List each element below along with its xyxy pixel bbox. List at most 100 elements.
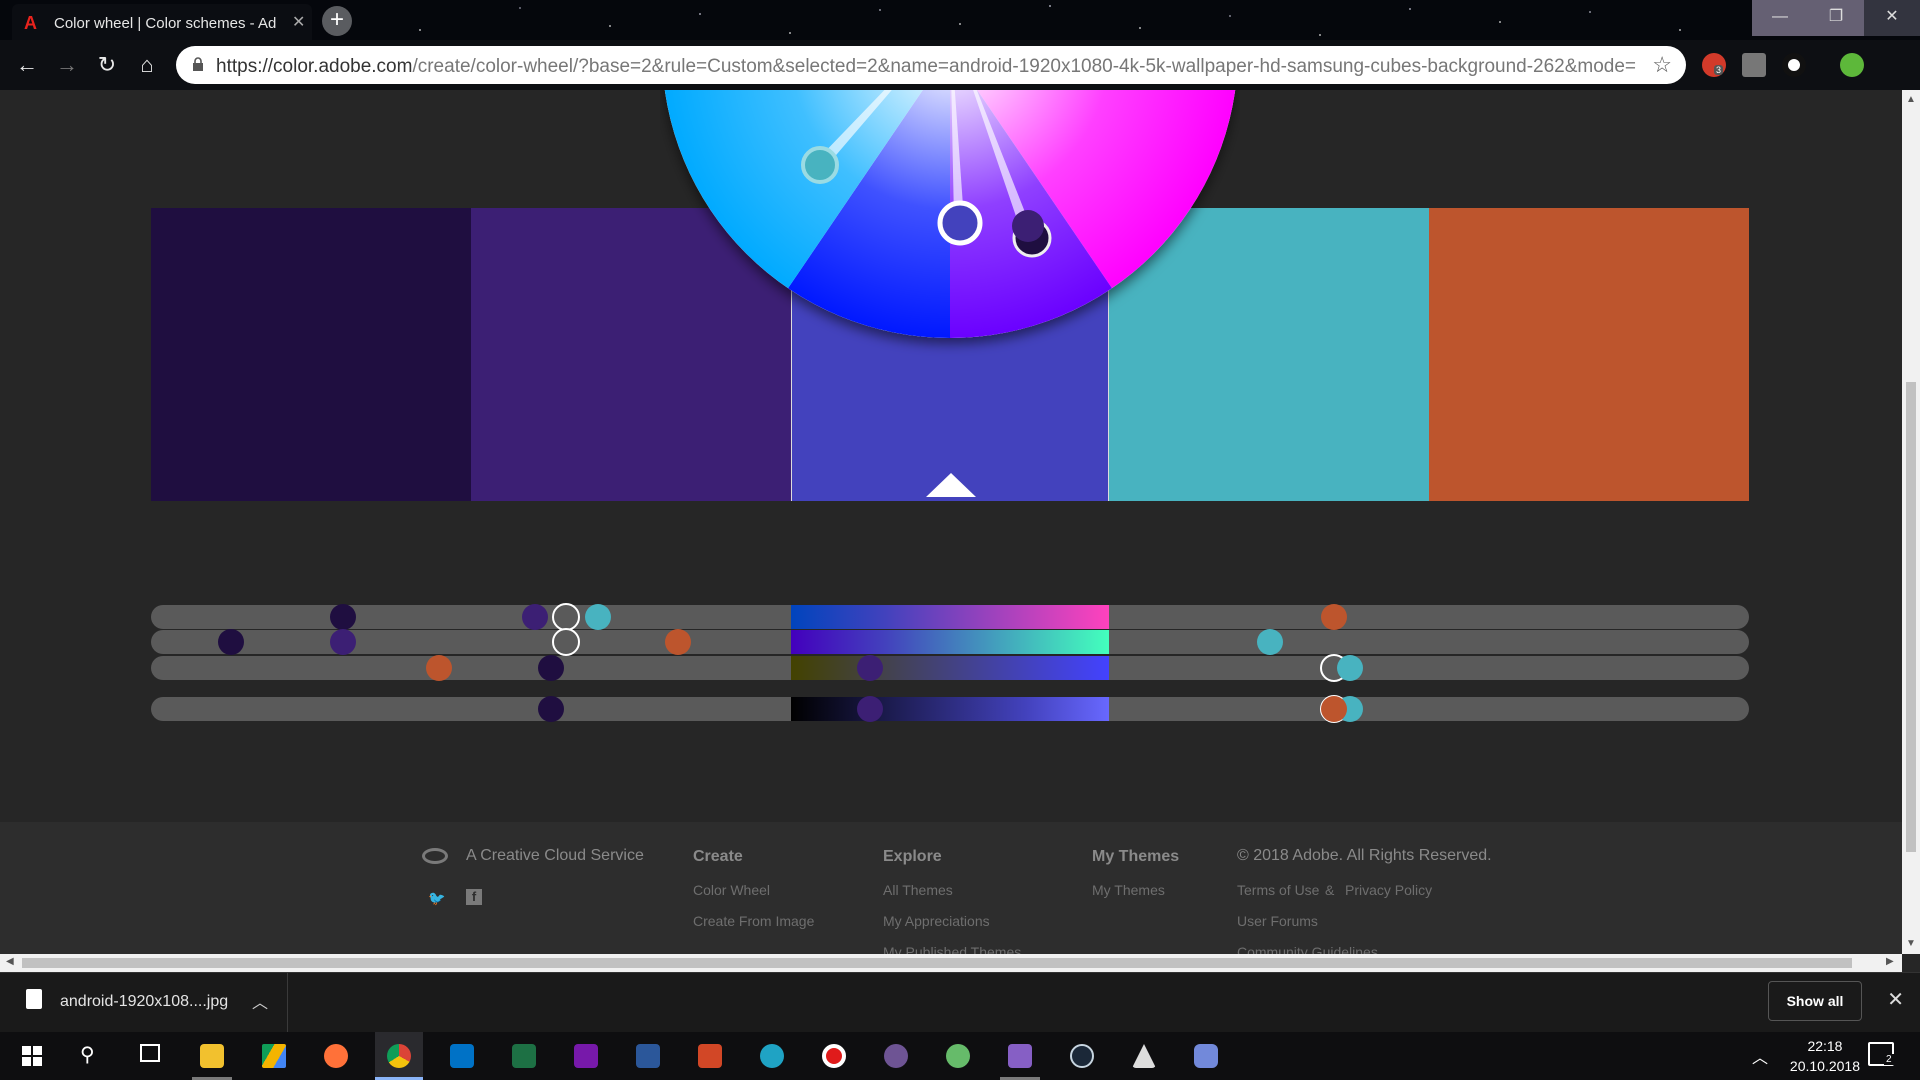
footer-link-privacy[interactable]: Privacy Policy (1345, 882, 1432, 898)
forward-arrow-icon[interactable]: → (54, 52, 80, 78)
slider-knob-b-5[interactable] (425, 655, 452, 681)
slider-knob-g-1[interactable] (217, 629, 244, 655)
extension-icon-grey[interactable] (1742, 53, 1766, 77)
profile-avatar[interactable] (1840, 53, 1864, 77)
slider-knob-r-2[interactable] (521, 604, 548, 630)
maximize-button[interactable]: ❐ (1808, 0, 1864, 36)
vertical-scrollbar[interactable]: ▲ ▼ (1902, 90, 1920, 954)
slider-knob-brightness-5[interactable] (1320, 696, 1347, 722)
extension-icon-red[interactable]: 3 (1702, 53, 1726, 77)
footer-link-color-wheel[interactable]: Color Wheel (693, 882, 770, 898)
address-bar[interactable]: https://color.adobe.com/create/color-whe… (176, 46, 1686, 84)
windows-logo-icon (22, 1046, 42, 1066)
minimize-button[interactable]: — (1752, 0, 1808, 36)
taskbar-unity[interactable] (1120, 1032, 1168, 1080)
tray-chevron-up-icon[interactable]: ︿ (1752, 1044, 1768, 1068)
download-bar: android-1920x108....jpg ︿ Show all ✕ (0, 972, 1920, 1033)
slider-track-selected-g[interactable] (791, 630, 1109, 654)
swatch-5[interactable] (1429, 208, 1749, 501)
slider-knob-g-2[interactable] (329, 629, 356, 655)
slider-knob-b-2[interactable] (857, 655, 884, 681)
taskbar-atom[interactable] (934, 1032, 982, 1080)
wheel-handle-2[interactable] (1012, 210, 1044, 242)
footer-link-all-themes[interactable]: All Themes (883, 882, 953, 898)
slider-knob-g-4[interactable] (1256, 629, 1283, 655)
extension-icon-circle[interactable] (1782, 53, 1806, 77)
visual-studio-icon (1008, 1044, 1032, 1068)
taskbar-visual-studio[interactable] (996, 1032, 1044, 1080)
slider-track-selected-b[interactable] (791, 656, 1109, 680)
new-tab-button[interactable]: + (322, 6, 352, 36)
home-icon[interactable]: ⌂ (134, 52, 160, 78)
image-file-icon (26, 989, 42, 1009)
close-tab-icon[interactable]: ✕ (292, 12, 305, 32)
folder-icon (200, 1044, 224, 1068)
color-wheel[interactable] (660, 90, 1240, 400)
reload-icon[interactable]: ↻ (94, 52, 120, 78)
taskbar-recorder[interactable] (810, 1032, 858, 1080)
taskbar-word[interactable] (624, 1032, 672, 1080)
slider-knob-r-5[interactable] (1320, 604, 1347, 630)
footer-link-my-published-themes[interactable]: My Published Themes (883, 944, 1021, 954)
taskbar-onenote[interactable] (562, 1032, 610, 1080)
slider-track-selected-brightness[interactable] (791, 697, 1109, 721)
footer-link-guidelines[interactable]: Community Guidelines (1237, 944, 1378, 954)
footer-link-my-appreciations[interactable]: My Appreciations (883, 913, 990, 929)
taskbar-chrome[interactable] (375, 1032, 423, 1080)
taskbar-firefox[interactable] (312, 1032, 360, 1080)
footer-create-heading: Create (693, 848, 743, 865)
slider-track-selected-r[interactable] (791, 605, 1109, 629)
taskbar-app-teal[interactable] (748, 1032, 796, 1080)
footer-link-my-themes[interactable]: My Themes (1092, 882, 1165, 898)
system-clock[interactable]: 22:18 20.10.2018 (1790, 1036, 1860, 1076)
scroll-right-arrow-icon[interactable]: ▶ (1886, 956, 1894, 967)
taskbar-discord[interactable] (1182, 1032, 1230, 1080)
chevron-up-icon[interactable]: ︿ (252, 989, 268, 1013)
slider-knob-brightness-2[interactable] (857, 696, 884, 722)
task-view-button[interactable] (126, 1032, 174, 1080)
taskbar-google-drive[interactable] (250, 1032, 298, 1080)
twitter-icon[interactable]: 🐦 (428, 890, 445, 907)
search-button[interactable]: ⚲ (66, 1032, 114, 1080)
footer-amp: & (1325, 882, 1335, 898)
close-window-button[interactable]: ✕ (1864, 0, 1920, 36)
slider-knob-b-4[interactable] (1336, 655, 1363, 681)
taskbar-powerpoint[interactable] (686, 1032, 734, 1080)
start-button[interactable] (8, 1032, 56, 1080)
teal-app-icon (760, 1044, 784, 1068)
back-arrow-icon[interactable]: ← (14, 52, 40, 78)
taskbar-steam[interactable] (1058, 1032, 1106, 1080)
chrome-icon (387, 1044, 411, 1068)
footer-link-forums[interactable]: User Forums (1237, 913, 1318, 929)
firefox-icon (324, 1044, 348, 1068)
wheel-handle-3-selected[interactable] (937, 200, 983, 246)
slider-knob-r-1[interactable] (329, 604, 356, 630)
slider-knob-b-1[interactable] (537, 655, 564, 681)
horizontal-scrollbar[interactable]: ◀ ▶ (0, 954, 1902, 972)
tab-color-wheel[interactable]: A Color wheel | Color schemes - Ad ✕ (12, 4, 312, 40)
wheel-handle-4[interactable] (801, 146, 839, 184)
show-all-button[interactable]: Show all (1768, 981, 1862, 1021)
close-download-bar-icon[interactable]: ✕ (1887, 987, 1904, 1012)
download-item[interactable]: android-1920x108....jpg ︿ (0, 973, 288, 1033)
footer-link-terms[interactable]: Terms of Use (1237, 882, 1319, 898)
notification-count: 2 (1884, 1054, 1894, 1065)
bookmark-star-icon[interactable]: ☆ (1652, 52, 1672, 78)
url-text: https://color.adobe.com/create/color-whe… (216, 56, 1636, 78)
facebook-icon[interactable]: f (466, 889, 482, 905)
taskbar-github[interactable] (872, 1032, 920, 1080)
slider-knob-brightness-1[interactable] (537, 696, 564, 722)
horizontal-scroll-thumb[interactable] (22, 958, 1852, 968)
vertical-scroll-thumb[interactable] (1906, 382, 1916, 852)
footer-link-create-from-image[interactable]: Create From Image (693, 913, 814, 929)
url-path: /create/color-wheel/?base=2&rule=Custom&… (412, 56, 1636, 77)
notification-center-icon[interactable]: 2 (1868, 1042, 1894, 1066)
discord-icon (1194, 1044, 1218, 1068)
taskbar-file-explorer[interactable] (188, 1032, 236, 1080)
taskbar-excel[interactable] (500, 1032, 548, 1080)
scroll-down-arrow-icon[interactable]: ▼ (1906, 938, 1916, 949)
taskbar-outlook[interactable] (438, 1032, 486, 1080)
swatch-1[interactable] (151, 208, 471, 501)
scroll-left-arrow-icon[interactable]: ◀ (6, 956, 14, 967)
scroll-up-arrow-icon[interactable]: ▲ (1906, 94, 1916, 105)
